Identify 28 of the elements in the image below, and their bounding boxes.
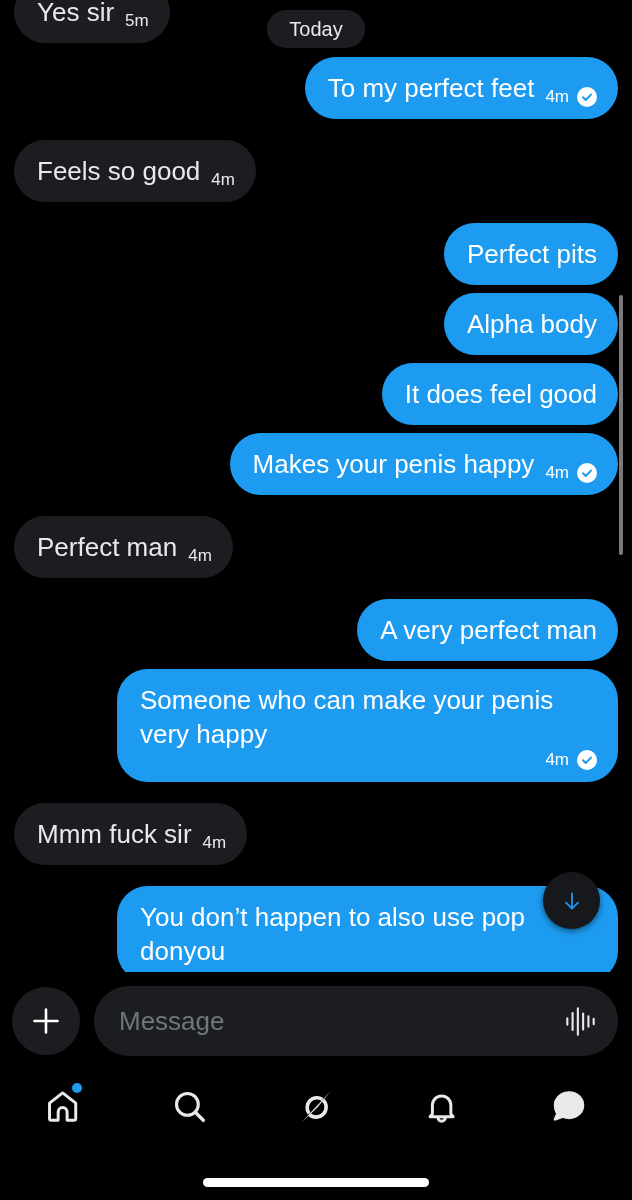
message-time: 4m bbox=[188, 547, 212, 564]
message-time: 4m bbox=[545, 464, 569, 481]
waveform-icon[interactable] bbox=[566, 1007, 595, 1036]
message-text: Yes sir bbox=[37, 0, 115, 27]
message-text: Mmm fuck sir bbox=[37, 819, 192, 849]
message-text: Perfect man bbox=[37, 532, 178, 562]
message-time: 4m bbox=[202, 834, 227, 851]
chat-bubble-icon[interactable] bbox=[552, 1091, 585, 1123]
message-text: It does feel good bbox=[404, 379, 597, 409]
plus-icon bbox=[33, 1008, 59, 1034]
scrollbar[interactable] bbox=[619, 295, 623, 555]
message-time: 4m bbox=[545, 751, 569, 768]
message-text: A very perfect man bbox=[380, 615, 597, 645]
arrow-down-icon bbox=[564, 891, 579, 910]
message-time: 4m bbox=[545, 88, 569, 105]
message-field[interactable]: Message bbox=[94, 986, 618, 1056]
message-text: Someone who can make your penis very happy bbox=[140, 685, 554, 749]
message-text: Feels so good bbox=[37, 156, 201, 186]
message-text: Perfect pits bbox=[466, 239, 597, 269]
message-time: 4m bbox=[211, 171, 235, 188]
date-separator: Today bbox=[267, 10, 365, 48]
message-text: To my perfect feet bbox=[327, 73, 535, 103]
home-icon[interactable] bbox=[47, 1091, 80, 1123]
message-time: 5m bbox=[125, 12, 149, 29]
message-text: Makes your penis happy bbox=[252, 449, 535, 479]
message-text: Alpha body bbox=[466, 309, 597, 339]
message-text: You don’t happen to also use pop donyou bbox=[140, 902, 526, 966]
search-icon[interactable] bbox=[173, 1091, 206, 1123]
